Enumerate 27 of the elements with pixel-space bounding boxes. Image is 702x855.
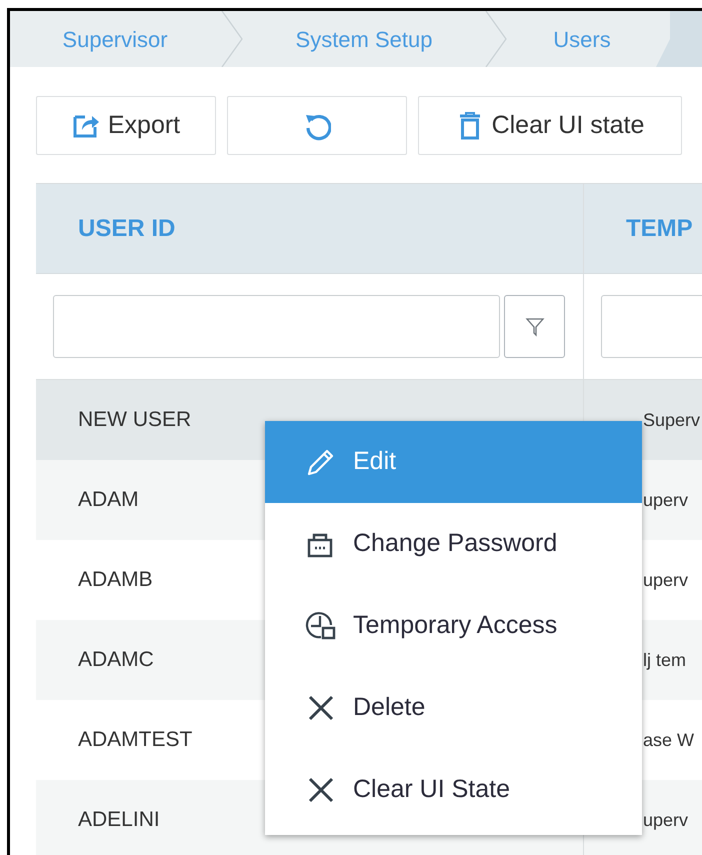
menu-item[interactable]: Temporary Access xyxy=(265,585,642,667)
filter-button[interactable] xyxy=(504,295,565,358)
filter-field[interactable] xyxy=(601,295,702,358)
table-cell-text: ADAMC xyxy=(77,648,154,671)
chevron-separator xyxy=(220,11,244,67)
table-cell-text: NEW USER xyxy=(77,408,192,431)
table-cell-text: ADAMTEST xyxy=(77,728,192,751)
menu-item[interactable]: Clear UI State xyxy=(265,749,642,831)
export-button[interactable]: Export xyxy=(36,96,216,155)
clock-icon xyxy=(305,610,337,642)
table-cell-text: ADELINI xyxy=(77,808,160,831)
refresh-button[interactable] xyxy=(227,96,407,155)
table-cell-text: uperv xyxy=(642,490,688,510)
breadcrumb-segment[interactable] xyxy=(656,11,702,67)
table-cell-text: ADAMB xyxy=(77,568,153,591)
filter-field[interactable] xyxy=(53,295,500,358)
chevron-separator xyxy=(484,11,508,67)
clear-button[interactable]: Clear UI state xyxy=(418,96,682,155)
table-cell-text: ase W xyxy=(642,730,694,750)
filter-icon xyxy=(524,316,544,338)
menu-item[interactable]: Change Password xyxy=(265,503,642,585)
table-cell-text: Superv xyxy=(642,410,700,430)
table-cell-text: uperv xyxy=(642,570,688,590)
menu-item[interactable]: Delete xyxy=(265,667,642,749)
table-cell-text: uperv xyxy=(642,810,688,830)
table-cell-text: lj tem xyxy=(642,650,686,670)
table-cell-text: ADAM xyxy=(77,488,139,511)
